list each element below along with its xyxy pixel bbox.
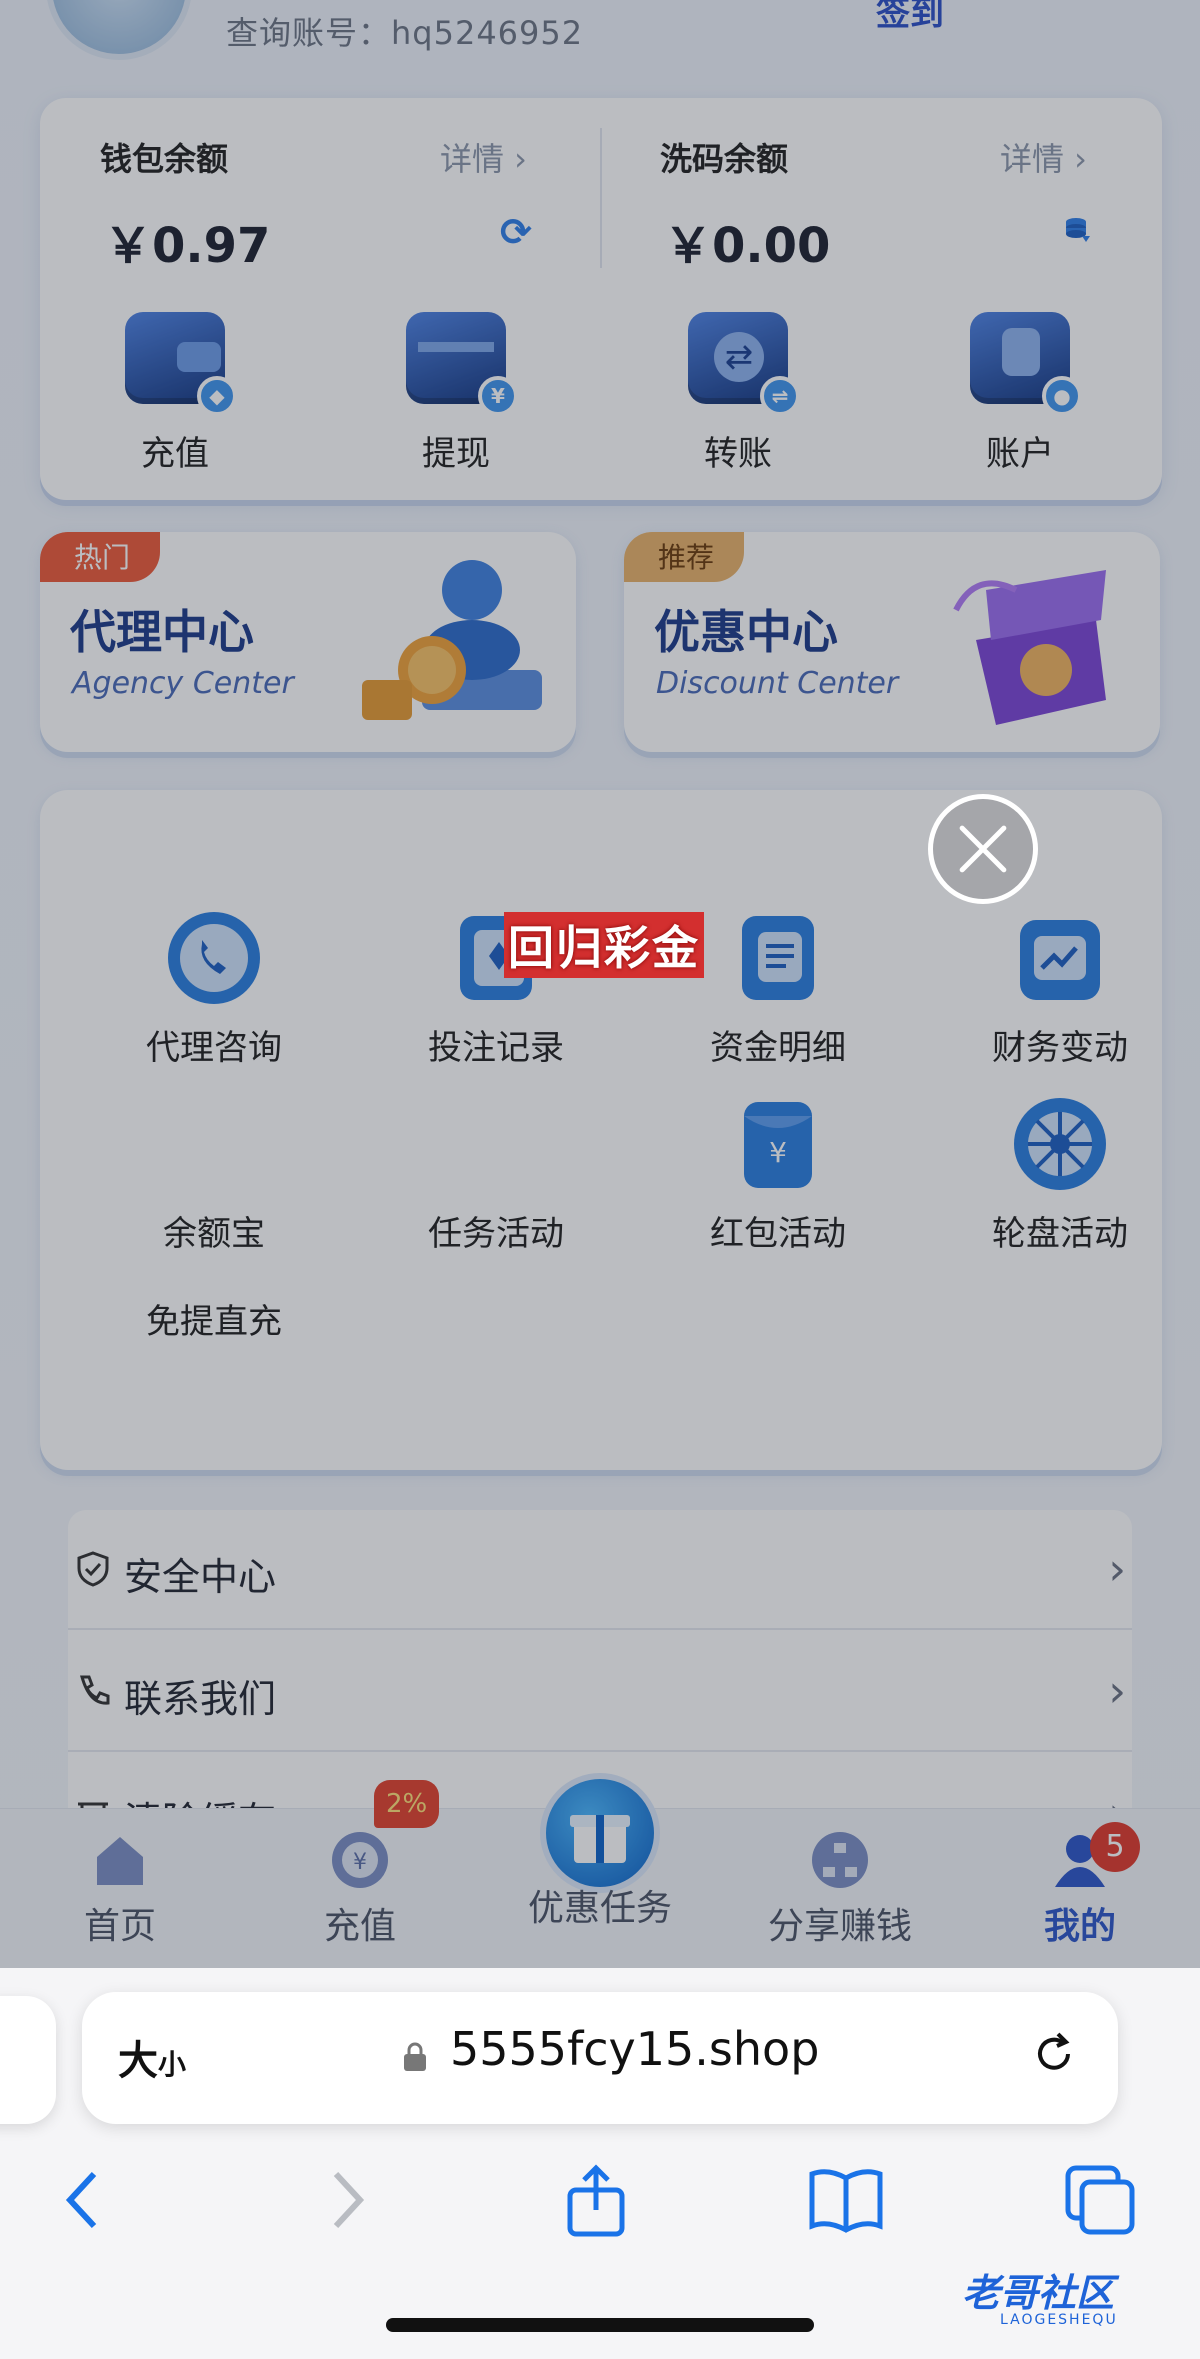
back-icon[interactable]: [46, 2160, 126, 2240]
text-size-small-label: 小: [158, 2048, 187, 2081]
previous-tab-preview[interactable]: [0, 1996, 56, 2124]
reload-icon[interactable]: [1028, 2028, 1080, 2080]
home-indicator: [386, 2318, 814, 2332]
watermark-logo: 老哥社区: [962, 2271, 1115, 2315]
url-text: 5555fcy15.shop: [450, 2022, 820, 2076]
app-page: 查询账号：hq5246952 签到 钱包余额 详情 › ￥0.97 ⟳ 洗码余额…: [0, 0, 1200, 1968]
forward-icon[interactable]: [306, 2160, 386, 2240]
bookmarks-icon[interactable]: [806, 2160, 886, 2240]
text-size-large-label: 大: [118, 2038, 158, 2084]
share-icon[interactable]: [556, 2160, 636, 2240]
close-icon[interactable]: [928, 794, 1038, 904]
watermark-subtext: LAOGESHEQU: [1000, 2312, 1118, 2328]
address-bar[interactable]: 大小 5555fcy15.shop: [82, 1992, 1118, 2124]
tabs-icon[interactable]: [1060, 2160, 1140, 2240]
popup-title: 回归彩金: [504, 912, 704, 978]
lock-icon: [404, 2042, 426, 2071]
modal-backdrop[interactable]: [0, 0, 1200, 1968]
text-size-button[interactable]: 大小: [118, 2028, 186, 2086]
browser-toolbar: [0, 2160, 1200, 2240]
